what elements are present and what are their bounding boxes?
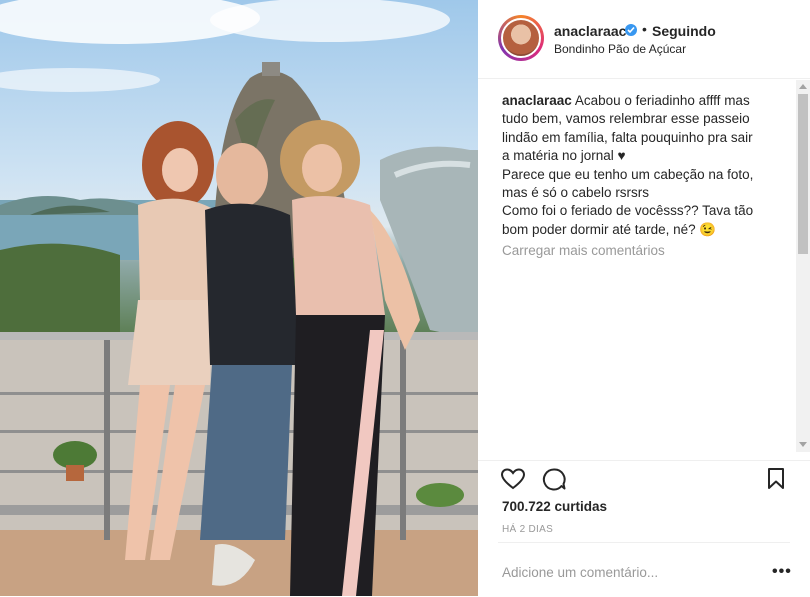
avatar-image xyxy=(501,18,541,58)
comments-scrollbar[interactable] xyxy=(796,80,810,452)
bookmark-icon[interactable] xyxy=(766,467,786,496)
comment-icon[interactable] xyxy=(541,467,567,496)
following-button[interactable]: Seguindo xyxy=(652,23,716,39)
post-side-panel: anaclaraac • Seguindo Bondinho Pão de Aç… xyxy=(478,0,810,596)
post-caption: anaclaraac Acabou o feriadinho affff mas… xyxy=(502,92,770,239)
separator-dot: • xyxy=(642,21,647,37)
username-link[interactable]: anaclaraac xyxy=(554,23,626,39)
load-more-comments-link[interactable]: Carregar mais comentários xyxy=(502,243,665,258)
avatar[interactable] xyxy=(498,15,544,61)
scroll-up-arrow-icon[interactable] xyxy=(799,84,807,89)
scroll-down-arrow-icon[interactable] xyxy=(799,442,807,447)
caption-text: Acabou o feriadinho affff mas tudo bem, … xyxy=(502,93,754,237)
scroll-thumb[interactable] xyxy=(798,94,808,254)
comment-form: Adicione um comentário... ••• xyxy=(498,542,792,597)
heart-icon[interactable] xyxy=(500,467,526,496)
caption-username-link[interactable]: anaclaraac xyxy=(502,93,572,108)
photo-scene xyxy=(0,0,478,596)
post-timestamp[interactable]: HÁ 2 DIAS xyxy=(502,524,553,535)
verified-badge-icon xyxy=(625,24,637,36)
location-link[interactable]: Bondinho Pão de Açúcar xyxy=(554,42,686,56)
post-photo[interactable] xyxy=(0,0,478,596)
post-header: anaclaraac • Seguindo Bondinho Pão de Aç… xyxy=(478,0,810,79)
comment-input[interactable]: Adicione um comentário... xyxy=(502,565,658,580)
post-actions-bar xyxy=(478,460,810,497)
more-options-icon[interactable]: ••• xyxy=(772,563,792,581)
likes-count[interactable]: 700.722 curtidas xyxy=(502,499,607,514)
